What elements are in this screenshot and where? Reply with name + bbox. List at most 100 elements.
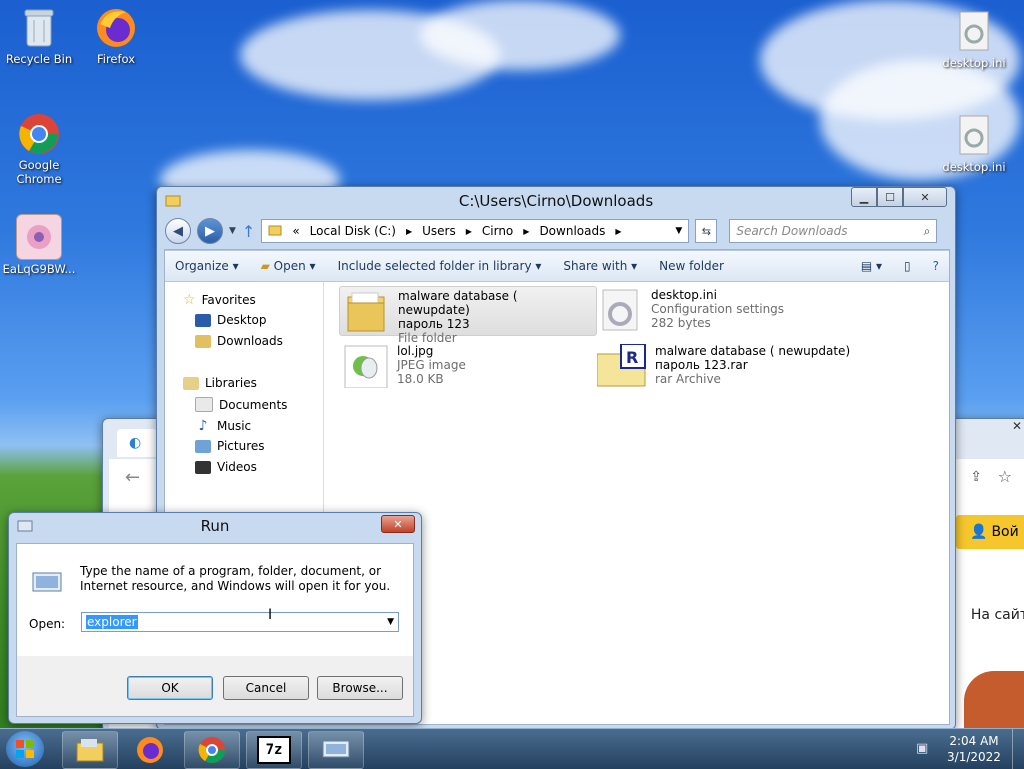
share-icon[interactable]: ⇪ xyxy=(970,469,982,485)
tab-favicon-icon: ◐ xyxy=(129,435,142,451)
open-input-value[interactable]: explorer xyxy=(86,615,138,629)
recycle-bin-icon xyxy=(17,6,61,50)
nav-favorites[interactable]: ☆ Favorites xyxy=(183,292,256,308)
videos-icon xyxy=(195,460,211,474)
browser-text: На сайт xyxy=(970,607,1024,623)
clock[interactable]: 2:04 AM 3/1/2022 xyxy=(944,733,1004,765)
file-name-line2: пароль 123 xyxy=(398,317,470,331)
refresh-button[interactable]: ⇆ xyxy=(695,219,718,243)
libraries-icon xyxy=(183,376,199,390)
breadcrumb-local-disk[interactable]: Local Disk (C:) xyxy=(310,224,396,238)
desktop-icon-desktop-ini[interactable]: desktop.ini xyxy=(936,10,1012,70)
action-center-icon[interactable]: ▣ xyxy=(916,741,928,756)
nav-videos[interactable]: Videos xyxy=(195,460,257,474)
desktop-icon-desktop-ini-2[interactable]: desktop.ini xyxy=(936,114,1012,174)
firefox-icon xyxy=(94,6,138,50)
breadcrumb-downloads[interactable]: Downloads xyxy=(539,224,605,238)
share-with-menu[interactable]: Share with ▾ xyxy=(563,259,637,273)
desktop-icon-label: desktop.ini xyxy=(942,56,1006,70)
address-dropdown-icon[interactable]: ▼ xyxy=(675,226,682,236)
star-icon[interactable]: ☆ xyxy=(998,467,1012,486)
file-name: malware database ( newupdate) xyxy=(655,344,851,358)
ok-button[interactable]: OK xyxy=(127,676,213,700)
file-name: malware database ( newupdate) xyxy=(398,289,518,317)
run-icon xyxy=(31,570,63,597)
clock-time: 2:04 AM xyxy=(949,734,999,748)
taskbar-run[interactable] xyxy=(308,731,364,769)
start-button[interactable] xyxy=(6,731,44,767)
firefox-icon xyxy=(137,737,163,763)
close-icon[interactable]: ✕ xyxy=(1012,419,1022,433)
desktop-icon-recycle-bin[interactable]: Recycle Bin xyxy=(1,6,77,66)
explorer-title: C:\Users\Cirno\Downloads xyxy=(458,192,654,210)
file-item-malware-rar[interactable]: R malware database ( newupdate) пароль 1… xyxy=(596,343,851,391)
desktop-icon-label: EaLqG9BW... xyxy=(2,262,76,276)
maximize-button[interactable]: ☐ xyxy=(877,187,903,207)
back-button[interactable]: ◀ xyxy=(165,218,191,244)
taskbar-chrome[interactable] xyxy=(184,731,240,769)
file-name-line2: пароль 123.rar xyxy=(655,358,748,372)
address-bar[interactable]: « Local Disk (C:) ▶ Users ▶ Cirno ▶ Downloa… xyxy=(261,219,690,243)
file-item-lol-jpg[interactable]: lol.jpg JPEG image 18.0 KB xyxy=(343,344,466,391)
nav-downloads[interactable]: Downloads xyxy=(195,334,283,348)
desktop-icon-image-file[interactable]: EaLqG9BW... xyxy=(1,214,77,276)
desktop-icon xyxy=(195,313,211,327)
back-arrow-icon[interactable]: ← xyxy=(125,467,140,488)
documents-icon xyxy=(195,397,213,412)
settings-file-icon xyxy=(952,114,996,158)
desktop-icon-google-chrome[interactable]: Google Chrome xyxy=(1,112,77,186)
desktop-icon-firefox[interactable]: Firefox xyxy=(78,6,154,66)
file-size: 18.0 KB xyxy=(397,372,444,386)
file-item-desktop-ini[interactable]: desktop.ini Configuration settings 282 b… xyxy=(597,288,784,335)
open-combobox[interactable]: explorer ▼ xyxy=(81,612,399,632)
forward-button[interactable]: ▶ xyxy=(197,218,223,244)
taskbar-7zip[interactable]: 7z xyxy=(246,731,302,769)
new-folder-button[interactable]: New folder xyxy=(659,259,724,273)
show-desktop-button[interactable] xyxy=(1012,729,1024,769)
browser-tab[interactable]: ◐ xyxy=(117,429,157,457)
close-button[interactable]: ✕ xyxy=(903,187,947,207)
search-input[interactable]: Search Downloads ⌕ xyxy=(729,219,938,243)
nav-pictures[interactable]: Pictures xyxy=(195,439,265,453)
recent-pages-chevron-icon[interactable]: ▼ xyxy=(229,226,236,236)
cancel-button[interactable]: Cancel xyxy=(223,676,309,700)
address-overflow[interactable]: « xyxy=(292,224,299,238)
folder-icon xyxy=(165,192,181,212)
preview-pane-icon[interactable]: ▯ xyxy=(904,259,911,273)
breadcrumb-cirno[interactable]: Cirno xyxy=(482,224,513,238)
nav-desktop[interactable]: Desktop xyxy=(195,313,267,327)
file-type: rar Archive xyxy=(655,372,721,386)
help-icon[interactable]: ? xyxy=(933,259,939,273)
combobox-dropdown-icon[interactable]: ▼ xyxy=(387,617,394,627)
search-icon: ⌕ xyxy=(923,223,931,238)
nav-music[interactable]: ♪ Music xyxy=(195,418,252,434)
search-placeholder: Search Downloads xyxy=(736,224,848,238)
login-label: Вой xyxy=(991,524,1019,540)
rar-archive-icon: R xyxy=(596,343,647,391)
nav-documents[interactable]: Documents xyxy=(195,397,287,412)
windows-logo-icon xyxy=(16,740,34,758)
file-name: lol.jpg xyxy=(397,344,434,358)
include-in-library-menu[interactable]: Include selected folder in library ▾ xyxy=(338,259,542,273)
up-arrow-icon[interactable]: ↑ xyxy=(242,222,255,241)
command-bar: Organize ▾ ▰ Open ▾ Include selected fol… xyxy=(165,250,949,282)
run-titlebar: Run ✕ xyxy=(9,513,421,539)
taskbar-firefox[interactable] xyxy=(122,731,178,769)
breadcrumb-users[interactable]: Users xyxy=(422,224,456,238)
taskbar-explorer[interactable] xyxy=(62,731,118,769)
file-item-malware-folder[interactable]: malware database ( newupdate) пароль 123… xyxy=(339,286,597,345)
desktop-icon-label: Google Chrome xyxy=(16,158,62,186)
run-button-area: OK Cancel Browse... xyxy=(17,656,413,716)
organize-menu[interactable]: Organize ▾ xyxy=(175,259,239,273)
7zip-icon: 7z xyxy=(257,736,291,764)
settings-file-icon xyxy=(597,288,643,335)
view-options-icon[interactable]: ▤ ▾ xyxy=(861,259,882,273)
chrome-icon xyxy=(198,737,226,764)
nav-libraries[interactable]: Libraries xyxy=(183,376,257,390)
run-close-button[interactable]: ✕ xyxy=(381,515,415,533)
minimize-button[interactable]: ▁ xyxy=(851,187,877,207)
login-button[interactable]: 👤 Вой xyxy=(956,515,1024,549)
run-icon xyxy=(322,740,350,758)
browse-button[interactable]: Browse... xyxy=(317,676,403,700)
open-menu[interactable]: ▰ Open ▾ xyxy=(261,259,316,273)
